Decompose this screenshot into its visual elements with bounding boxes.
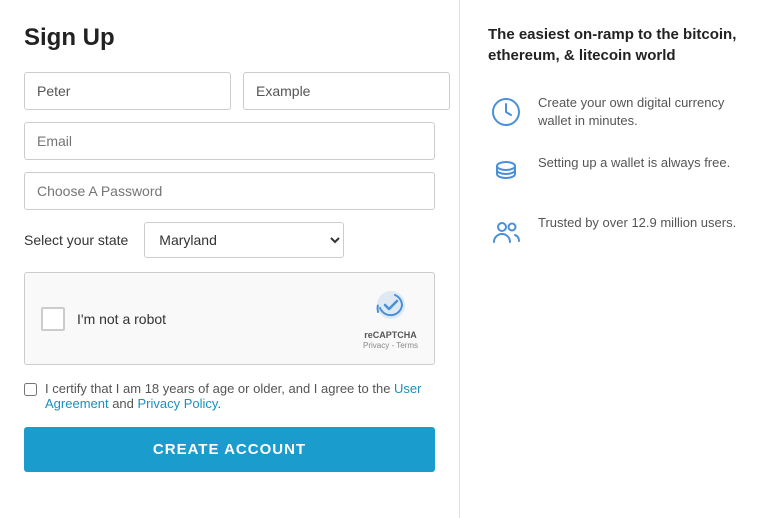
email-input[interactable] — [24, 122, 435, 160]
recaptcha-icon — [373, 287, 409, 328]
feature-text-users: Trusted by over 12.9 million users. — [538, 214, 736, 232]
clock-icon — [488, 94, 524, 130]
sign-up-form-panel: Sign Up Select your state Maryland Alaba… — [0, 0, 460, 518]
feature-item-wallet: Create your own digital currency wallet … — [488, 94, 751, 130]
name-row — [24, 72, 435, 110]
privacy-policy-link[interactable]: Privacy Policy — [138, 396, 218, 411]
feature-list: Create your own digital currency wallet … — [488, 94, 751, 250]
captcha-label: I'm not a robot — [77, 311, 166, 327]
state-row: Select your state Maryland Alabama Alask… — [24, 222, 435, 258]
users-icon — [488, 214, 524, 250]
info-panel: The easiest on-ramp to the bitcoin, ethe… — [460, 0, 779, 518]
captcha-left: I'm not a robot — [41, 307, 166, 331]
feature-item-free: Setting up a wallet is always free. — [488, 154, 751, 190]
recaptcha-links: Privacy - Terms — [363, 341, 418, 350]
recaptcha-brand: reCAPTCHA — [364, 330, 417, 340]
create-account-button[interactable]: CREATE ACCOUNT — [24, 427, 435, 472]
feature-text-free: Setting up a wallet is always free. — [538, 154, 730, 172]
captcha-widget[interactable]: I'm not a robot reCAPTCHA Privacy - Term… — [24, 272, 435, 365]
page-title: Sign Up — [24, 24, 435, 52]
feature-item-users: Trusted by over 12.9 million users. — [488, 214, 751, 250]
last-name-input[interactable] — [243, 72, 450, 110]
terms-row: I certify that I am 18 years of age or o… — [24, 381, 435, 411]
tagline: The easiest on-ramp to the bitcoin, ethe… — [488, 24, 751, 66]
captcha-checkbox[interactable] — [41, 307, 65, 331]
feature-text-wallet: Create your own digital currency wallet … — [538, 94, 751, 130]
password-input[interactable] — [24, 172, 435, 210]
terms-checkbox[interactable] — [24, 383, 37, 396]
captcha-right: reCAPTCHA Privacy - Terms — [363, 287, 418, 350]
state-label: Select your state — [24, 232, 128, 248]
state-select[interactable]: Maryland Alabama Alaska Arizona Californ… — [144, 222, 344, 258]
first-name-input[interactable] — [24, 72, 231, 110]
coins-icon — [488, 154, 524, 190]
terms-text: I certify that I am 18 years of age or o… — [45, 381, 435, 411]
